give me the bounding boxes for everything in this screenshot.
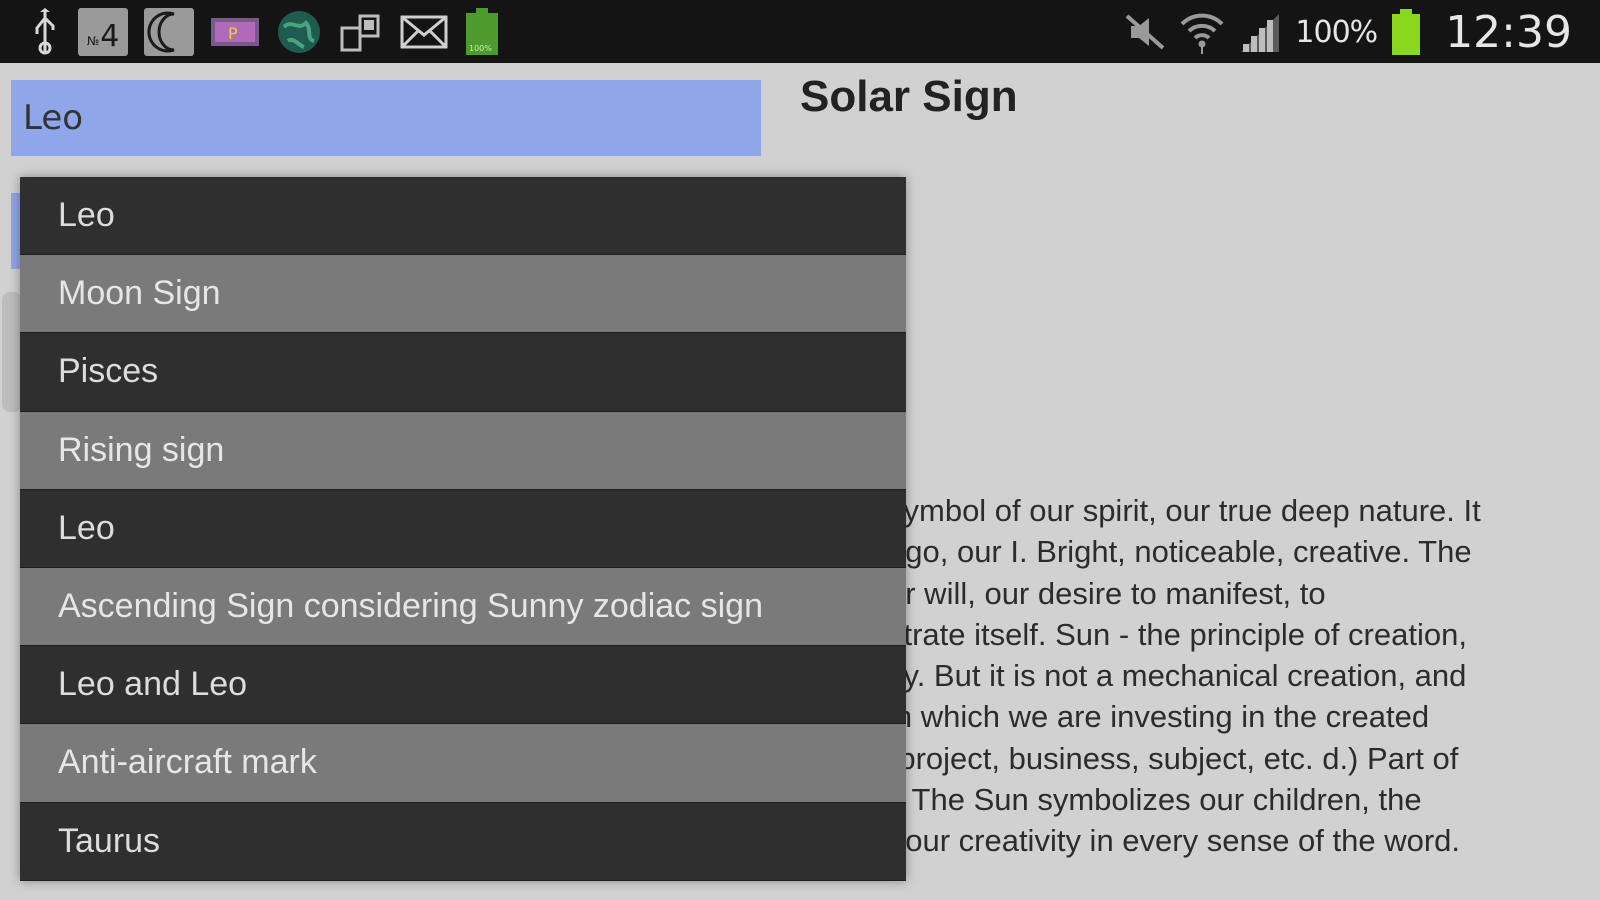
autocomplete-dropdown: Leo Moon Sign Pisces Rising sign Leo Ascendin… xyxy=(20,177,906,881)
dropdown-item[interactable]: Ascending Sign considering Sunny zodiac … xyxy=(20,567,906,647)
status-bar: № 4 P 100% 100% 12:39 xyxy=(0,0,1600,63)
dropdown-item[interactable]: Rising sign xyxy=(20,411,906,490)
description-line: ego, our I. Bright, noticeable, creative… xyxy=(888,534,1472,570)
description-text-inner: symbol of our spirit, our true deep natu… xyxy=(888,490,1590,862)
dropdown-item-label: Leo xyxy=(58,196,115,235)
number-badge-prefix: № xyxy=(86,34,100,48)
dropdown-item-label: Anti-aircraft mark xyxy=(58,743,317,782)
sync-icon xyxy=(338,10,384,54)
search-input-value: Leo xyxy=(23,98,84,138)
battery-full-notification-icon: 100% xyxy=(464,7,500,57)
sign-search-input[interactable]: Leo xyxy=(11,80,761,156)
dropdown-item[interactable]: Leo xyxy=(20,489,906,568)
moon-icon xyxy=(144,8,194,56)
usb-icon xyxy=(28,8,62,56)
description-line: l. The Sun symbolizes our children, the xyxy=(888,782,1422,818)
description-line: f our creativity in every sense of the w… xyxy=(888,823,1461,859)
dropdown-item-label: Taurus xyxy=(58,821,161,860)
page-title: Solar Sign xyxy=(800,72,1018,121)
status-bar-notifications: № 4 P 100% xyxy=(28,6,500,58)
clock: 12:39 xyxy=(1445,6,1572,58)
hidden-card-edge xyxy=(2,292,22,412)
description-line: symbol of our spirit, our true deep natu… xyxy=(888,493,1481,528)
dropdown-item[interactable]: Taurus xyxy=(20,802,906,881)
number-badge-icon: № 4 xyxy=(78,8,128,56)
dropdown-item-label: Ascending Sign considering Sunny zodiac … xyxy=(58,587,764,626)
description-line: ur will, our desire to manifest, to xyxy=(888,575,1326,611)
globe-icon xyxy=(276,9,322,55)
description-line: ity. But it is not a mechanical creation… xyxy=(888,658,1467,694)
number-badge-value: 4 xyxy=(100,19,120,54)
mail-icon xyxy=(400,15,448,49)
battery-icon xyxy=(1391,9,1421,55)
svg-text:100%: 100% xyxy=(469,44,492,53)
description-text: symbol of our spirit, our true deep natu… xyxy=(888,490,1590,870)
description-line: in which we are investing in the created xyxy=(888,699,1430,735)
svg-text:P: P xyxy=(228,24,238,43)
battery-percent: 100% xyxy=(1295,14,1378,50)
dropdown-item-label: Leo and Leo xyxy=(58,665,248,704)
dropdown-item[interactable]: Leo and Leo xyxy=(20,646,906,725)
dropdown-item[interactable]: Leo xyxy=(20,177,906,256)
dropdown-item-label: Leo xyxy=(58,508,115,547)
dropdown-item[interactable]: Moon Sign xyxy=(20,255,906,334)
app-icon: P xyxy=(210,15,260,49)
dropdown-item-label: Pisces xyxy=(58,352,159,391)
description-line: strate itself. Sun - the principle of cr… xyxy=(888,616,1467,652)
dropdown-item-label: Moon Sign xyxy=(58,274,221,313)
signal-icon xyxy=(1239,10,1281,54)
description-line: (project, business, subject, etc. d.) Pa… xyxy=(888,740,1459,776)
mute-icon xyxy=(1125,12,1165,52)
dropdown-item[interactable]: Anti-aircraft mark xyxy=(20,724,906,803)
dropdown-item[interactable]: Pisces xyxy=(20,333,906,412)
wifi-icon xyxy=(1179,10,1225,54)
status-bar-system: 100% 12:39 xyxy=(1125,6,1572,58)
dropdown-item-label: Rising sign xyxy=(58,430,225,469)
